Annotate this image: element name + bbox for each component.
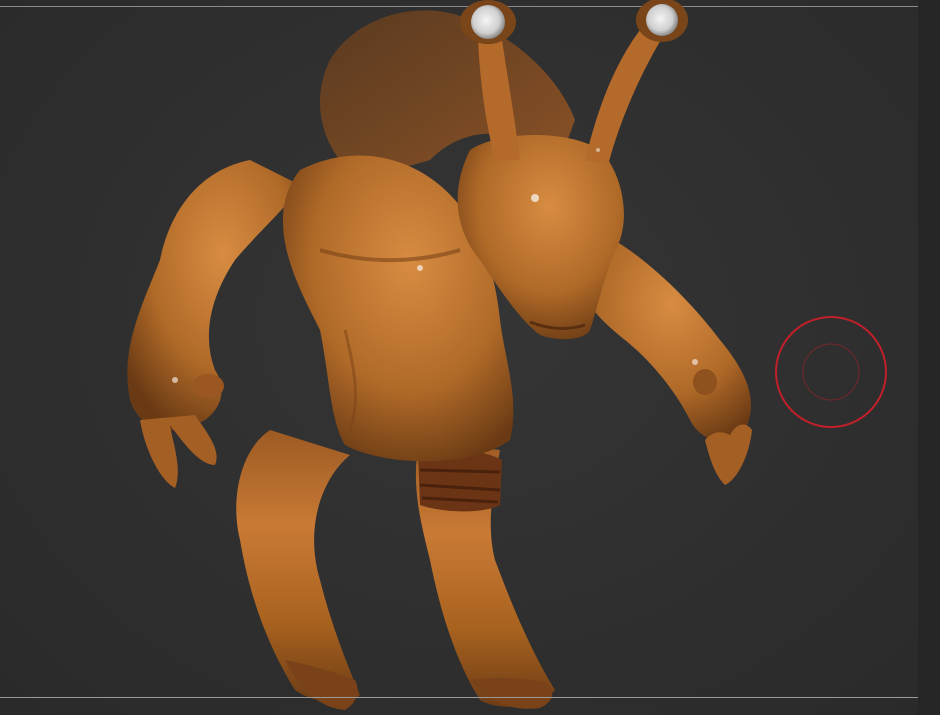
- creature-right-thumb: [693, 369, 717, 395]
- right-gutter: [918, 0, 940, 715]
- canvas-bottom-border: [0, 697, 918, 698]
- right-eye-stalk: [585, 30, 662, 165]
- creature-left-fingers: [140, 415, 217, 488]
- sculpt-viewport[interactable]: [0, 0, 940, 715]
- right-eye: [636, 0, 688, 42]
- brush-cursor-icon: [775, 316, 887, 428]
- creature-left-thumb: [192, 374, 224, 398]
- left-eye: [460, 0, 516, 44]
- creature-left-leg: [236, 430, 360, 702]
